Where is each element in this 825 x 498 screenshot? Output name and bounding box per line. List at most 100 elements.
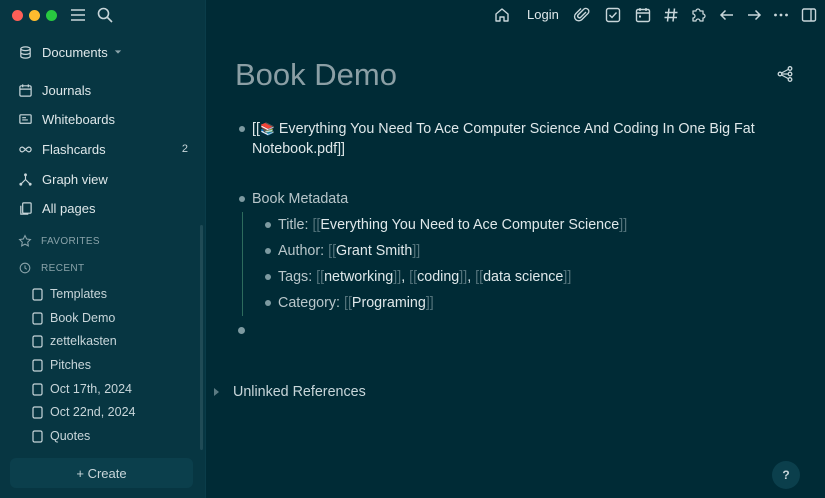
- property-title[interactable]: Title: [[Everything You Need to Ace Comp…: [278, 215, 627, 235]
- home-icon[interactable]: [493, 6, 511, 24]
- tag-link[interactable]: data science: [483, 269, 563, 285]
- sidebar-item-journals[interactable]: Journals: [18, 79, 188, 101]
- checkbox-icon[interactable]: [604, 6, 622, 24]
- link-bracket-close: ]]: [337, 141, 346, 157]
- more-icon[interactable]: [772, 6, 790, 24]
- recent-item-label: Templates: [50, 287, 107, 301]
- database-icon: [20, 45, 31, 59]
- unlinked-references-toggle[interactable]: Unlinked References: [233, 384, 366, 400]
- sidebar-item-graph-view[interactable]: Graph view: [18, 168, 188, 190]
- link-bracket-open: [[: [252, 121, 260, 137]
- history-icon: [19, 262, 31, 274]
- pdf-link-text[interactable]: Everything You Need To Ace Computer Scie…: [279, 121, 755, 137]
- property-key: Title:: [278, 217, 309, 233]
- graph-name: Documents: [42, 44, 108, 60]
- block-bullet[interactable]: [239, 196, 245, 202]
- graph-selector[interactable]: Documents: [18, 41, 188, 63]
- recent-item[interactable]: Pitches: [32, 355, 91, 375]
- page-icon: [32, 311, 43, 325]
- property-category[interactable]: Category: [[Programing]]: [278, 293, 434, 313]
- recent-item-label: zettelkasten: [50, 334, 117, 348]
- arrow-right-icon[interactable]: [745, 6, 763, 24]
- chevron-down-icon: [114, 50, 121, 54]
- create-button[interactable]: + Create: [10, 458, 193, 488]
- maximize-window-button[interactable]: [46, 10, 57, 21]
- page-icon: [32, 382, 43, 396]
- sidebar-scrollbar[interactable]: [200, 225, 203, 450]
- page-icon: [32, 334, 43, 348]
- recent-item-label: Quotes: [50, 429, 91, 443]
- recent-item[interactable]: Oct 17th, 2024: [32, 379, 132, 399]
- recent-item-label: Oct 22nd, 2024: [50, 405, 136, 419]
- close-window-button[interactable]: [12, 10, 23, 21]
- block-bullet[interactable]: [265, 222, 271, 228]
- page-title[interactable]: Book Demo: [235, 57, 397, 93]
- page-icon: [32, 429, 43, 443]
- property-link[interactable]: Everything You Need to Ace Computer Scie…: [320, 217, 619, 233]
- property-key: Category:: [278, 295, 340, 311]
- metadata-block[interactable]: Book Metadata: [252, 189, 348, 209]
- tag-link[interactable]: networking: [324, 269, 393, 285]
- recent-item[interactable]: zettelkasten: [32, 331, 117, 351]
- help-button[interactable]: ?: [772, 461, 800, 489]
- favorites-section-header[interactable]: FAVORITES: [18, 234, 100, 248]
- pdf-link-block[interactable]: [[📚 Everything You Need To Ace Computer …: [252, 119, 772, 159]
- property-key: Author:: [278, 243, 325, 259]
- recent-item-label: Oct 17th, 2024: [50, 382, 133, 396]
- recent-item-label: Pitches: [50, 358, 91, 372]
- infinity-icon: [19, 146, 32, 152]
- expand-caret-icon[interactable]: [214, 388, 219, 396]
- recent-item[interactable]: Oct 22nd, 2024: [32, 402, 135, 422]
- pdf-link-text-line2[interactable]: Notebook.pdf: [252, 141, 337, 157]
- favorites-label: FAVORITES: [41, 235, 100, 247]
- property-author[interactable]: Author: [[Grant Smith]]: [278, 241, 420, 261]
- block-bullet[interactable]: [265, 248, 271, 254]
- sidebar-item-label: Whiteboards: [42, 111, 115, 127]
- search-icon[interactable]: [96, 6, 114, 24]
- arrow-left-icon[interactable]: [718, 6, 736, 24]
- recent-section-header[interactable]: RECENT: [18, 261, 85, 275]
- sidebar-item-label: Flashcards: [42, 141, 106, 157]
- page-icon: [32, 287, 43, 301]
- property-tags[interactable]: Tags: [[networking]], [[coding]], [[data…: [278, 267, 571, 287]
- minimize-window-button[interactable]: [29, 10, 40, 21]
- window-controls: [12, 10, 57, 21]
- property-key: Tags:: [278, 269, 313, 285]
- left-sidebar: Documents Journals Whiteboards Flashcard…: [0, 0, 206, 498]
- sidebar-item-label: All pages: [42, 200, 96, 216]
- recent-item[interactable]: Book Demo: [32, 308, 115, 328]
- sidebar-item-flashcards[interactable]: Flashcards 2: [18, 138, 188, 160]
- page-graph-icon[interactable]: [776, 65, 794, 83]
- menu-icon[interactable]: [69, 6, 87, 24]
- sidebar-item-label: Journals: [42, 82, 92, 98]
- page-icon: [32, 405, 43, 419]
- right-sidebar-icon[interactable]: [800, 6, 818, 24]
- puzzle-icon[interactable]: [689, 6, 707, 24]
- children-guide-line: [242, 212, 243, 316]
- block-bullet[interactable]: [239, 126, 245, 132]
- pages-icon: [20, 201, 32, 215]
- sidebar-item-whiteboards[interactable]: Whiteboards: [18, 108, 188, 130]
- flashcards-count-badge: 2: [181, 143, 188, 155]
- sidebar-item-all-pages[interactable]: All pages: [18, 197, 188, 219]
- empty-block-bullet[interactable]: [238, 327, 245, 334]
- graph-icon: [19, 172, 32, 186]
- hashtag-icon[interactable]: [662, 6, 680, 24]
- calendar-icon[interactable]: [634, 6, 652, 24]
- recent-item-label: Book Demo: [50, 311, 116, 325]
- recent-item[interactable]: Quotes: [32, 426, 90, 446]
- block-bullet[interactable]: [265, 274, 271, 280]
- recent-label: RECENT: [41, 262, 85, 274]
- page-icon: [32, 358, 43, 372]
- login-button[interactable]: Login: [527, 7, 559, 22]
- block-bullet[interactable]: [265, 300, 271, 306]
- star-icon: [18, 234, 32, 247]
- property-link[interactable]: Grant Smith: [336, 243, 412, 259]
- calendar-icon: [19, 83, 32, 97]
- property-link[interactable]: Programing: [352, 295, 426, 311]
- books-emoji: 📚: [259, 122, 275, 136]
- paperclip-icon[interactable]: [573, 6, 591, 24]
- recent-item[interactable]: Templates: [32, 284, 107, 304]
- tag-link[interactable]: coding: [417, 269, 459, 285]
- whiteboard-icon: [19, 113, 32, 124]
